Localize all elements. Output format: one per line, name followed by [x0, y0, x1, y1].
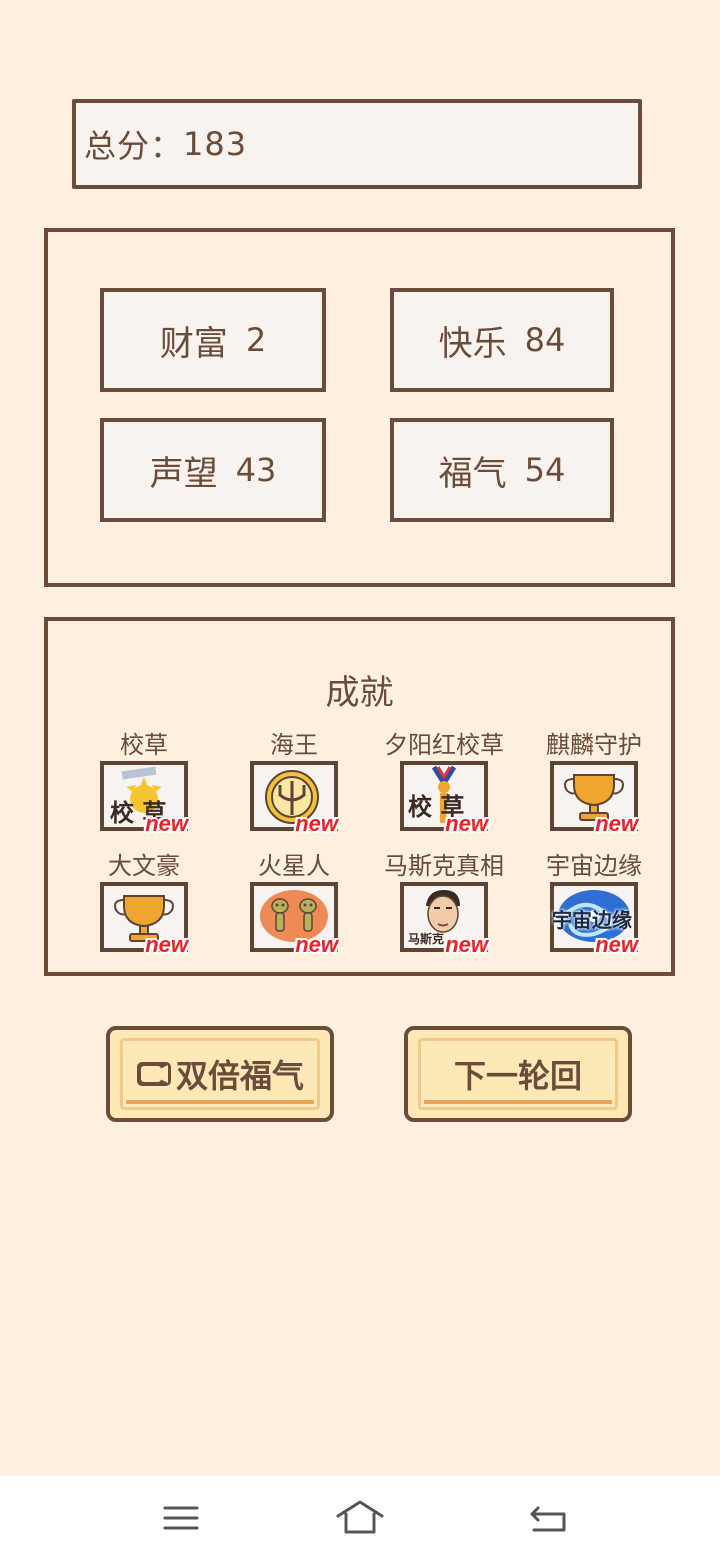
double-fortune-label: 双倍福气 — [175, 1057, 304, 1095]
total-score-box: 总分： 183 — [72, 99, 642, 189]
next-round-button[interactable]: 下一轮回 — [404, 1026, 632, 1122]
achievement-name: 校草 — [120, 731, 168, 759]
achievement-name: 火星人 — [258, 852, 330, 880]
new-badge: new — [145, 811, 188, 836]
achievement-name: 海王 — [270, 731, 318, 759]
martians-icon: new — [250, 882, 338, 956]
icon-text: 马斯克 — [408, 932, 445, 946]
stat-name: 声望 — [149, 453, 218, 494]
new-badge: new — [145, 932, 188, 957]
new-badge: new — [295, 932, 338, 957]
achievement-item[interactable]: 夕阳红校草 校 草 new — [369, 729, 519, 835]
achievement-item[interactable]: 麒麟守护 new — [519, 729, 669, 835]
total-score-label: 总分： — [84, 127, 184, 165]
stat-happiness: 快乐 84 — [390, 288, 614, 392]
achievement-name: 宇宙边缘 — [546, 852, 642, 880]
achievement-item[interactable]: 宇宙边缘 宇宙边缘 new — [519, 850, 669, 956]
trophy-icon: new — [100, 882, 188, 956]
trident-icon: new — [250, 761, 338, 835]
total-score-value: 183 — [183, 125, 248, 163]
achievements-title: 成就 — [325, 673, 394, 713]
stat-value: 2 — [245, 321, 267, 359]
video-icon — [136, 1059, 172, 1089]
double-fortune-button[interactable]: 双倍福气 — [106, 1026, 334, 1122]
achievement-item[interactable]: 校草 校 草 new — [69, 729, 219, 835]
new-badge: new — [445, 811, 488, 836]
stat-fortune: 福气 54 — [390, 418, 614, 522]
new-badge: new — [595, 932, 638, 957]
new-badge: new — [445, 932, 488, 957]
stat-value: 84 — [524, 321, 566, 359]
next-round-label: 下一轮回 — [453, 1057, 582, 1095]
achievement-name: 大文豪 — [108, 852, 180, 880]
galaxy-icon: 宇宙边缘 new — [550, 882, 638, 956]
achievement-name: 马斯克真相 — [384, 852, 504, 880]
achievement-item[interactable]: 海王 new — [219, 729, 369, 835]
stats-panel: 财富 2 快乐 84 声望 43 福气 54 — [44, 228, 675, 587]
back-icon[interactable] — [518, 1494, 578, 1542]
achievements-panel: 成就 校草 校 草 new 海王 new 夕阳红校草 校 草 new 麒麟守护 … — [44, 617, 675, 976]
stat-value: 43 — [235, 451, 277, 489]
game-result-screen: 总分： 183 财富 2 快乐 84 声望 43 福气 54 成就 校草 校 草… — [0, 0, 720, 1476]
stat-name: 福气 — [438, 453, 507, 494]
achievement-item[interactable]: 大文豪 new — [69, 850, 219, 956]
stat-value: 54 — [524, 451, 566, 489]
home-icon[interactable] — [330, 1494, 390, 1542]
icon-text: 宇宙边缘 — [552, 908, 632, 932]
stat-prestige: 声望 43 — [100, 418, 326, 522]
portrait-icon: 马斯克 new — [400, 882, 488, 956]
system-navigation-bar — [0, 1476, 720, 1560]
achievement-item[interactable]: 火星人 new — [219, 850, 369, 956]
stat-name: 财富 — [159, 323, 228, 364]
medal-campus-star-icon: 校 草 new — [400, 761, 488, 835]
campus-star-icon: 校 草 new — [100, 761, 188, 835]
trophy-icon: new — [550, 761, 638, 835]
menu-icon[interactable] — [151, 1494, 211, 1542]
stat-wealth: 财富 2 — [100, 288, 326, 392]
achievement-item[interactable]: 马斯克真相 马斯克 new — [369, 850, 519, 956]
achievement-name: 夕阳红校草 — [384, 731, 504, 759]
stat-name: 快乐 — [438, 323, 507, 364]
new-badge: new — [295, 811, 338, 836]
new-badge: new — [595, 811, 638, 836]
achievement-name: 麒麟守护 — [546, 731, 642, 759]
